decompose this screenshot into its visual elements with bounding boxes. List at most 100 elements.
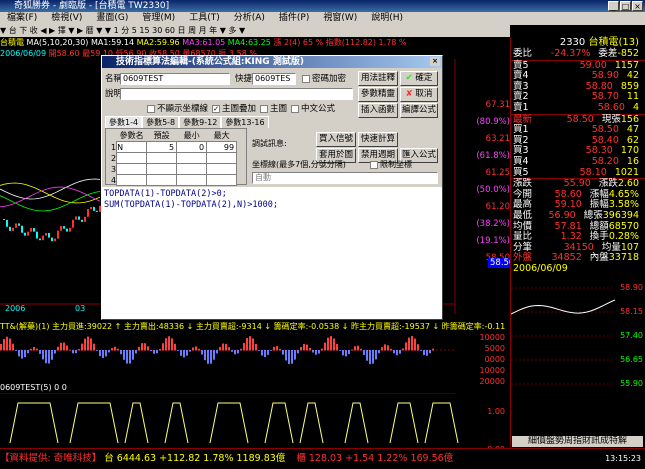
menu-item[interactable]: 視窗(W) [316,12,364,25]
indicator-bar [117,348,119,351]
param-name-cell[interactable]: N [116,141,148,153]
grid-cell[interactable] [206,152,238,164]
test-indicator-chart[interactable] [0,393,505,448]
window-controls: _ □ × [608,1,643,11]
indicator-bar [93,343,95,351]
grid-cell[interactable] [116,163,148,175]
buy-signal-button[interactable]: 買入信號 [316,132,356,147]
indicator-bar [381,347,383,351]
compile-formula-button[interactable]: 編譯公式 [400,103,438,118]
maximize-icon[interactable]: □ [620,1,631,11]
grid-cell[interactable] [116,152,148,164]
indicator-chart[interactable] [0,332,505,382]
indicator-bar [237,350,239,354]
limit-checkbox[interactable] [370,160,378,169]
indicator-bar [267,350,269,355]
grid-cell[interactable] [176,174,208,186]
grid-cell[interactable] [206,163,238,175]
opt-chinese-checkbox[interactable] [291,104,300,113]
candle [93,207,95,211]
mini-chart[interactable]: 58.90 58.15 57.40 56.65 55.90 [510,274,645,405]
grid-cell[interactable] [146,152,178,164]
candle [27,231,29,236]
menu-item[interactable]: 分析(A) [227,12,272,25]
opt-chinese[interactable]: 中文公式 [291,103,335,115]
opt-overlay[interactable]: ✓ 主圖疊加 [212,103,256,115]
indicator-label: TT&(解藥)(1) 主力買進:39022 ↑ 主力賣出:48336 ↓ 主力買… [0,322,505,332]
usage-button[interactable]: 用法註釋 [358,71,398,86]
toolbar-text[interactable]: ▼ 台 下 收 ◀ ▶ 擇 ▼ ▶ 曆 ▼ ▼ 1 分 5 15 30 60 日… [0,26,245,35]
param-wizard-button[interactable]: 參數精靈 [358,87,398,102]
insert-function-button[interactable]: 插入函數 [358,103,398,118]
menu-item[interactable]: 檢視(V) [44,12,89,25]
menu-item[interactable]: 插件(P) [272,12,316,25]
menu-item[interactable]: 工具(T) [182,12,227,25]
signal-pulse [124,402,149,444]
param-max-cell[interactable]: 99 [206,141,238,153]
candle [3,219,5,220]
opt-overlay-checkbox[interactable]: ✓ [212,104,221,113]
formula-code-editor[interactable]: TOPDATA(1)-TOPDATA(2)>0; SUM(TOPDATA(1)-… [102,187,442,319]
cancel-button[interactable]: ✘ 取消 [400,87,438,102]
grid-cell[interactable] [176,152,208,164]
password-label: 密碼加密 [312,74,347,84]
coords-field[interactable]: 自動 [252,172,438,184]
limit-option[interactable]: 限制坐標 [370,159,412,171]
indicator-bar [258,350,260,351]
param-min-cell[interactable]: 0 [176,141,208,153]
desc-field[interactable] [120,88,353,100]
menu-item[interactable]: 管理(M) [135,12,182,25]
quote-row: 最低 56.90 總張 396394 [511,210,645,222]
menu-item[interactable]: 說明(H) [364,12,410,25]
ma2-value: MA2:59.96 [136,38,180,47]
candle [90,207,92,209]
shortcut-field[interactable]: 0609TES [252,73,296,85]
indicator-bar [264,350,266,357]
opt-main[interactable]: 主圖 [260,103,287,115]
quote-tabs-text[interactable]: 細價盤勢周指財訊成特解 [528,436,627,446]
dialog-close-icon[interactable]: × [430,57,440,66]
param-tab[interactable]: 參數9-12 [179,116,222,128]
grid-cell[interactable] [116,174,148,186]
indicator-bar [123,350,125,360]
quote-row: 賣3 58.80 859 [511,81,645,93]
password-option[interactable]: 密碼加密 [302,73,346,85]
opt-hide-axis[interactable]: 不顯示坐標線 [147,103,208,115]
quick-calc-button[interactable]: 快速計算 [358,132,398,147]
password-checkbox[interactable] [302,74,310,83]
indicator-bar [204,350,206,361]
stock-name: 台積電 [0,38,24,47]
toolbar[interactable]: ▼ 台 下 收 ◀ ▶ 擇 ▼ ▶ 曆 ▼ ▼ 1 分 5 15 30 60 日… [0,25,510,37]
grid-cell[interactable] [146,163,178,175]
opt-hide-axis-checkbox[interactable] [147,104,155,113]
grid-cell[interactable] [206,174,238,186]
candle [81,219,83,222]
close-icon[interactable]: × [632,1,643,11]
param-tab[interactable]: 參數1-4 [105,116,143,128]
indicator-bar [408,337,410,351]
indicator-bar [84,338,86,351]
minimize-icon[interactable]: _ [608,1,619,11]
indicator-bar [306,344,308,351]
name-field[interactable]: 0609TEST [120,73,230,85]
grid-cell[interactable] [146,174,178,186]
indicator-bar [363,350,365,355]
menu-item[interactable]: 檔案(F) [0,12,44,25]
param-tab[interactable]: 參數13-16 [221,116,269,128]
indicator-bar [33,347,35,351]
indicator-bar [15,350,17,351]
menu-item[interactable]: 畫面(G) [89,12,135,25]
quote-tabs[interactable]: 細價盤勢周指財訊成特解 [512,436,643,447]
indicator-bar [27,350,29,354]
indicator-bar [318,350,320,354]
grid-cell[interactable] [176,163,208,175]
opt-main-checkbox[interactable] [260,104,269,113]
indicator-tick: 20000 [479,377,505,386]
indicator-bar [72,350,74,354]
indicator-bar [234,350,236,355]
dialog-title: 技術指標算法編輯-(系統公式組:KING 測試版) [116,57,304,67]
param-tab[interactable]: 參數5-8 [142,116,180,128]
param-default-cell[interactable]: 5 [146,141,178,153]
indicator-bar [216,350,218,354]
ok-button[interactable]: ✔ 確定 [400,71,438,86]
